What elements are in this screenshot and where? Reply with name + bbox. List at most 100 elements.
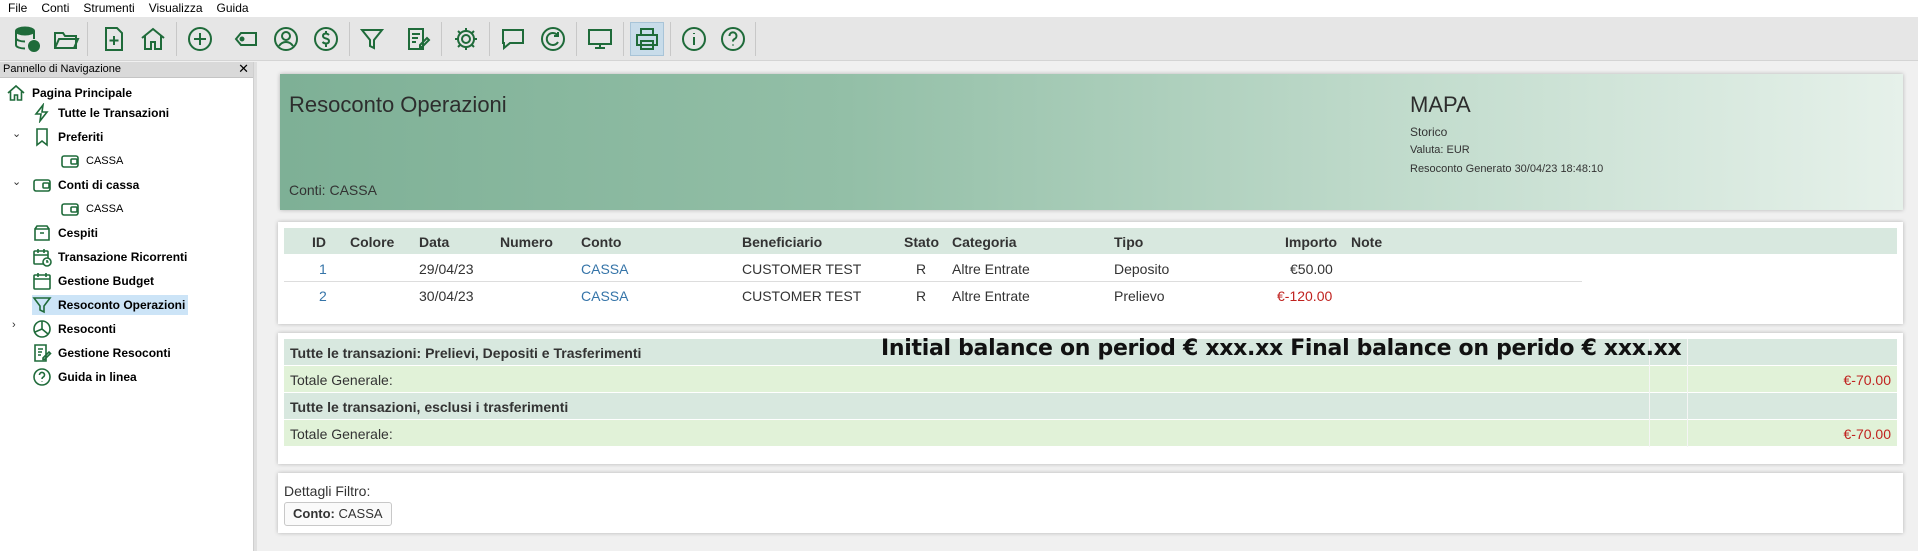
menu-bar: File Conti Strumenti Visualizza Guida xyxy=(0,0,1918,17)
filter-icon xyxy=(32,297,52,314)
col-data[interactable]: Data xyxy=(419,234,449,250)
col-beneficiario[interactable]: Beneficiario xyxy=(742,234,822,250)
home-icon xyxy=(7,84,25,101)
user-icon[interactable] xyxy=(269,22,303,56)
menu-guida[interactable]: Guida xyxy=(217,0,249,17)
col-importo[interactable]: Importo xyxy=(1285,234,1337,250)
nav-item-resoconto-operazioni[interactable]: Resoconto Operazioni xyxy=(32,295,189,315)
totals-amount: €-70.00 xyxy=(1843,372,1891,388)
nav-item-cespiti[interactable]: Cespiti xyxy=(32,223,98,243)
table-row[interactable]: 2 30/04/23 CASSA CUSTOMER TEST R Altre E… xyxy=(284,282,1582,309)
totals-label: Totale Generale: xyxy=(290,426,393,442)
totals-label: Totale Generale: xyxy=(290,372,393,388)
lightning-icon xyxy=(34,103,49,123)
row-status: R xyxy=(916,261,927,277)
refresh-icon[interactable] xyxy=(536,22,570,56)
row-id-link[interactable]: 1 xyxy=(319,261,327,277)
calendar-clock-icon xyxy=(33,249,52,267)
help-icon xyxy=(33,368,51,386)
col-categoria[interactable]: Categoria xyxy=(952,234,1017,250)
dollar-icon[interactable] xyxy=(309,22,343,56)
col-stato[interactable]: Stato xyxy=(904,234,939,250)
col-tipo[interactable]: Tipo xyxy=(1114,234,1143,250)
calendar-icon xyxy=(33,273,51,290)
menu-strumenti[interactable]: Strumenti xyxy=(83,0,134,17)
filter-label: Dettagli Filtro: xyxy=(284,483,371,499)
chevron-down-icon[interactable]: ⌄ xyxy=(12,127,21,140)
row-status: R xyxy=(916,288,927,304)
nav-item-pagina-principale[interactable]: Pagina Principale xyxy=(6,83,132,103)
report-currency: Valuta: EUR xyxy=(1410,144,1470,156)
nav-item-gestione-resoconti[interactable]: Gestione Resoconti xyxy=(32,343,171,363)
col-id[interactable]: ID xyxy=(312,234,326,250)
splitter[interactable] xyxy=(254,62,257,551)
print-icon[interactable] xyxy=(630,22,664,56)
menu-file[interactable]: File xyxy=(8,0,27,17)
transactions-table: ID Colore Data Numero Conto Beneficiario… xyxy=(278,222,1903,324)
nav-item-resoconti[interactable]: Resoconti xyxy=(32,319,116,339)
edit-report-icon[interactable] xyxy=(401,22,435,56)
home-icon[interactable] xyxy=(136,22,170,56)
nav-item-tutte-le-transazioni[interactable]: Tutte le Transazioni xyxy=(32,103,169,123)
menu-conti[interactable]: Conti xyxy=(41,0,69,17)
report-generated: Resoconto Generato 30/04/23 18:48:10 xyxy=(1410,163,1604,175)
filter-icon[interactable] xyxy=(355,22,389,56)
wallet-icon xyxy=(61,203,79,216)
nav-item-gestione-budget[interactable]: Gestione Budget xyxy=(32,271,154,291)
totals-row: Totale Generale: €-70.00 xyxy=(284,366,1897,393)
add-icon[interactable] xyxy=(183,22,217,56)
totals-row: Totale Generale: €-70.00 xyxy=(284,420,1897,447)
menu-visualizza[interactable]: Visualizza xyxy=(149,0,203,17)
close-icon[interactable]: ✕ xyxy=(238,61,249,77)
row-account-link[interactable]: CASSA xyxy=(581,288,628,304)
database-icon[interactable] xyxy=(10,22,44,56)
row-account-link[interactable]: CASSA xyxy=(581,261,628,277)
help-icon[interactable] xyxy=(716,22,750,56)
nav-item-preferiti[interactable]: Preferiti xyxy=(32,127,103,147)
navigation-panel: Pannello di Navigazione ✕ Pagina Princip… xyxy=(0,61,254,551)
row-type: Deposito xyxy=(1114,261,1170,277)
chevron-right-icon[interactable]: › xyxy=(12,319,16,331)
row-amount: €50.00 xyxy=(1290,261,1333,277)
report-title: Resoconto Operazioni xyxy=(289,92,507,117)
totals-amount: €-70.00 xyxy=(1843,426,1891,442)
chevron-down-icon[interactable]: ⌄ xyxy=(12,175,21,188)
bookmark-icon xyxy=(36,128,48,147)
row-id-link[interactable]: 2 xyxy=(319,288,327,304)
totals-group-header: Tutte le transazioni, esclusi i trasferi… xyxy=(284,393,1897,420)
row-type: Prelievo xyxy=(1114,288,1165,304)
totals-section: Tutte le transazioni: Prelievi, Depositi… xyxy=(278,333,1903,464)
monitor-icon[interactable] xyxy=(583,22,617,56)
filter-details: Dettagli Filtro: Conto: CASSA xyxy=(278,473,1903,533)
nav-panel-title: Pannello di Navigazione xyxy=(3,63,122,75)
report-history: Storico xyxy=(1410,125,1448,139)
nav-panel-header: Pannello di Navigazione ✕ xyxy=(0,61,253,78)
nav-item-guida-in-linea[interactable]: Guida in linea xyxy=(32,367,137,387)
filter-chip[interactable]: Conto: CASSA xyxy=(284,502,392,526)
nav-item-conti-di-cassa[interactable]: Conti di cassa xyxy=(32,175,139,195)
edit-report-icon xyxy=(34,344,52,362)
totals-group-title: Tutte le transazioni, esclusi i trasferi… xyxy=(290,399,569,415)
row-category: Altre Entrate xyxy=(952,288,1030,304)
col-conto[interactable]: Conto xyxy=(581,234,621,250)
folder-open-icon[interactable] xyxy=(49,22,83,56)
new-file-icon[interactable] xyxy=(97,22,131,56)
toolbar xyxy=(0,17,1918,61)
filter-chip-value: CASSA xyxy=(338,506,383,521)
nav-item-conti-cassa[interactable]: CASSA xyxy=(60,199,123,219)
totals-group-title: Tutte le transazioni: Prelievi, Depositi… xyxy=(290,345,642,361)
col-note[interactable]: Note xyxy=(1351,234,1382,250)
row-amount: €-120.00 xyxy=(1277,288,1333,304)
table-row[interactable]: 1 29/04/23 CASSA CUSTOMER TEST R Altre E… xyxy=(284,255,1582,282)
info-icon[interactable] xyxy=(677,22,711,56)
col-colore[interactable]: Colore xyxy=(350,234,394,250)
nav-item-transazione-ricorrenti[interactable]: Transazione Ricorrenti xyxy=(32,247,187,267)
report-accounts: Conti: CASSA xyxy=(289,182,377,198)
report-header: Resoconto Operazioni Conti: CASSA MAPA S… xyxy=(280,74,1903,210)
pie-chart-icon xyxy=(33,320,51,338)
tag-icon[interactable] xyxy=(229,22,263,56)
settings-icon[interactable] xyxy=(449,22,483,56)
nav-item-preferiti-cassa[interactable]: CASSA xyxy=(60,151,123,171)
comment-icon[interactable] xyxy=(496,22,530,56)
col-numero[interactable]: Numero xyxy=(500,234,553,250)
